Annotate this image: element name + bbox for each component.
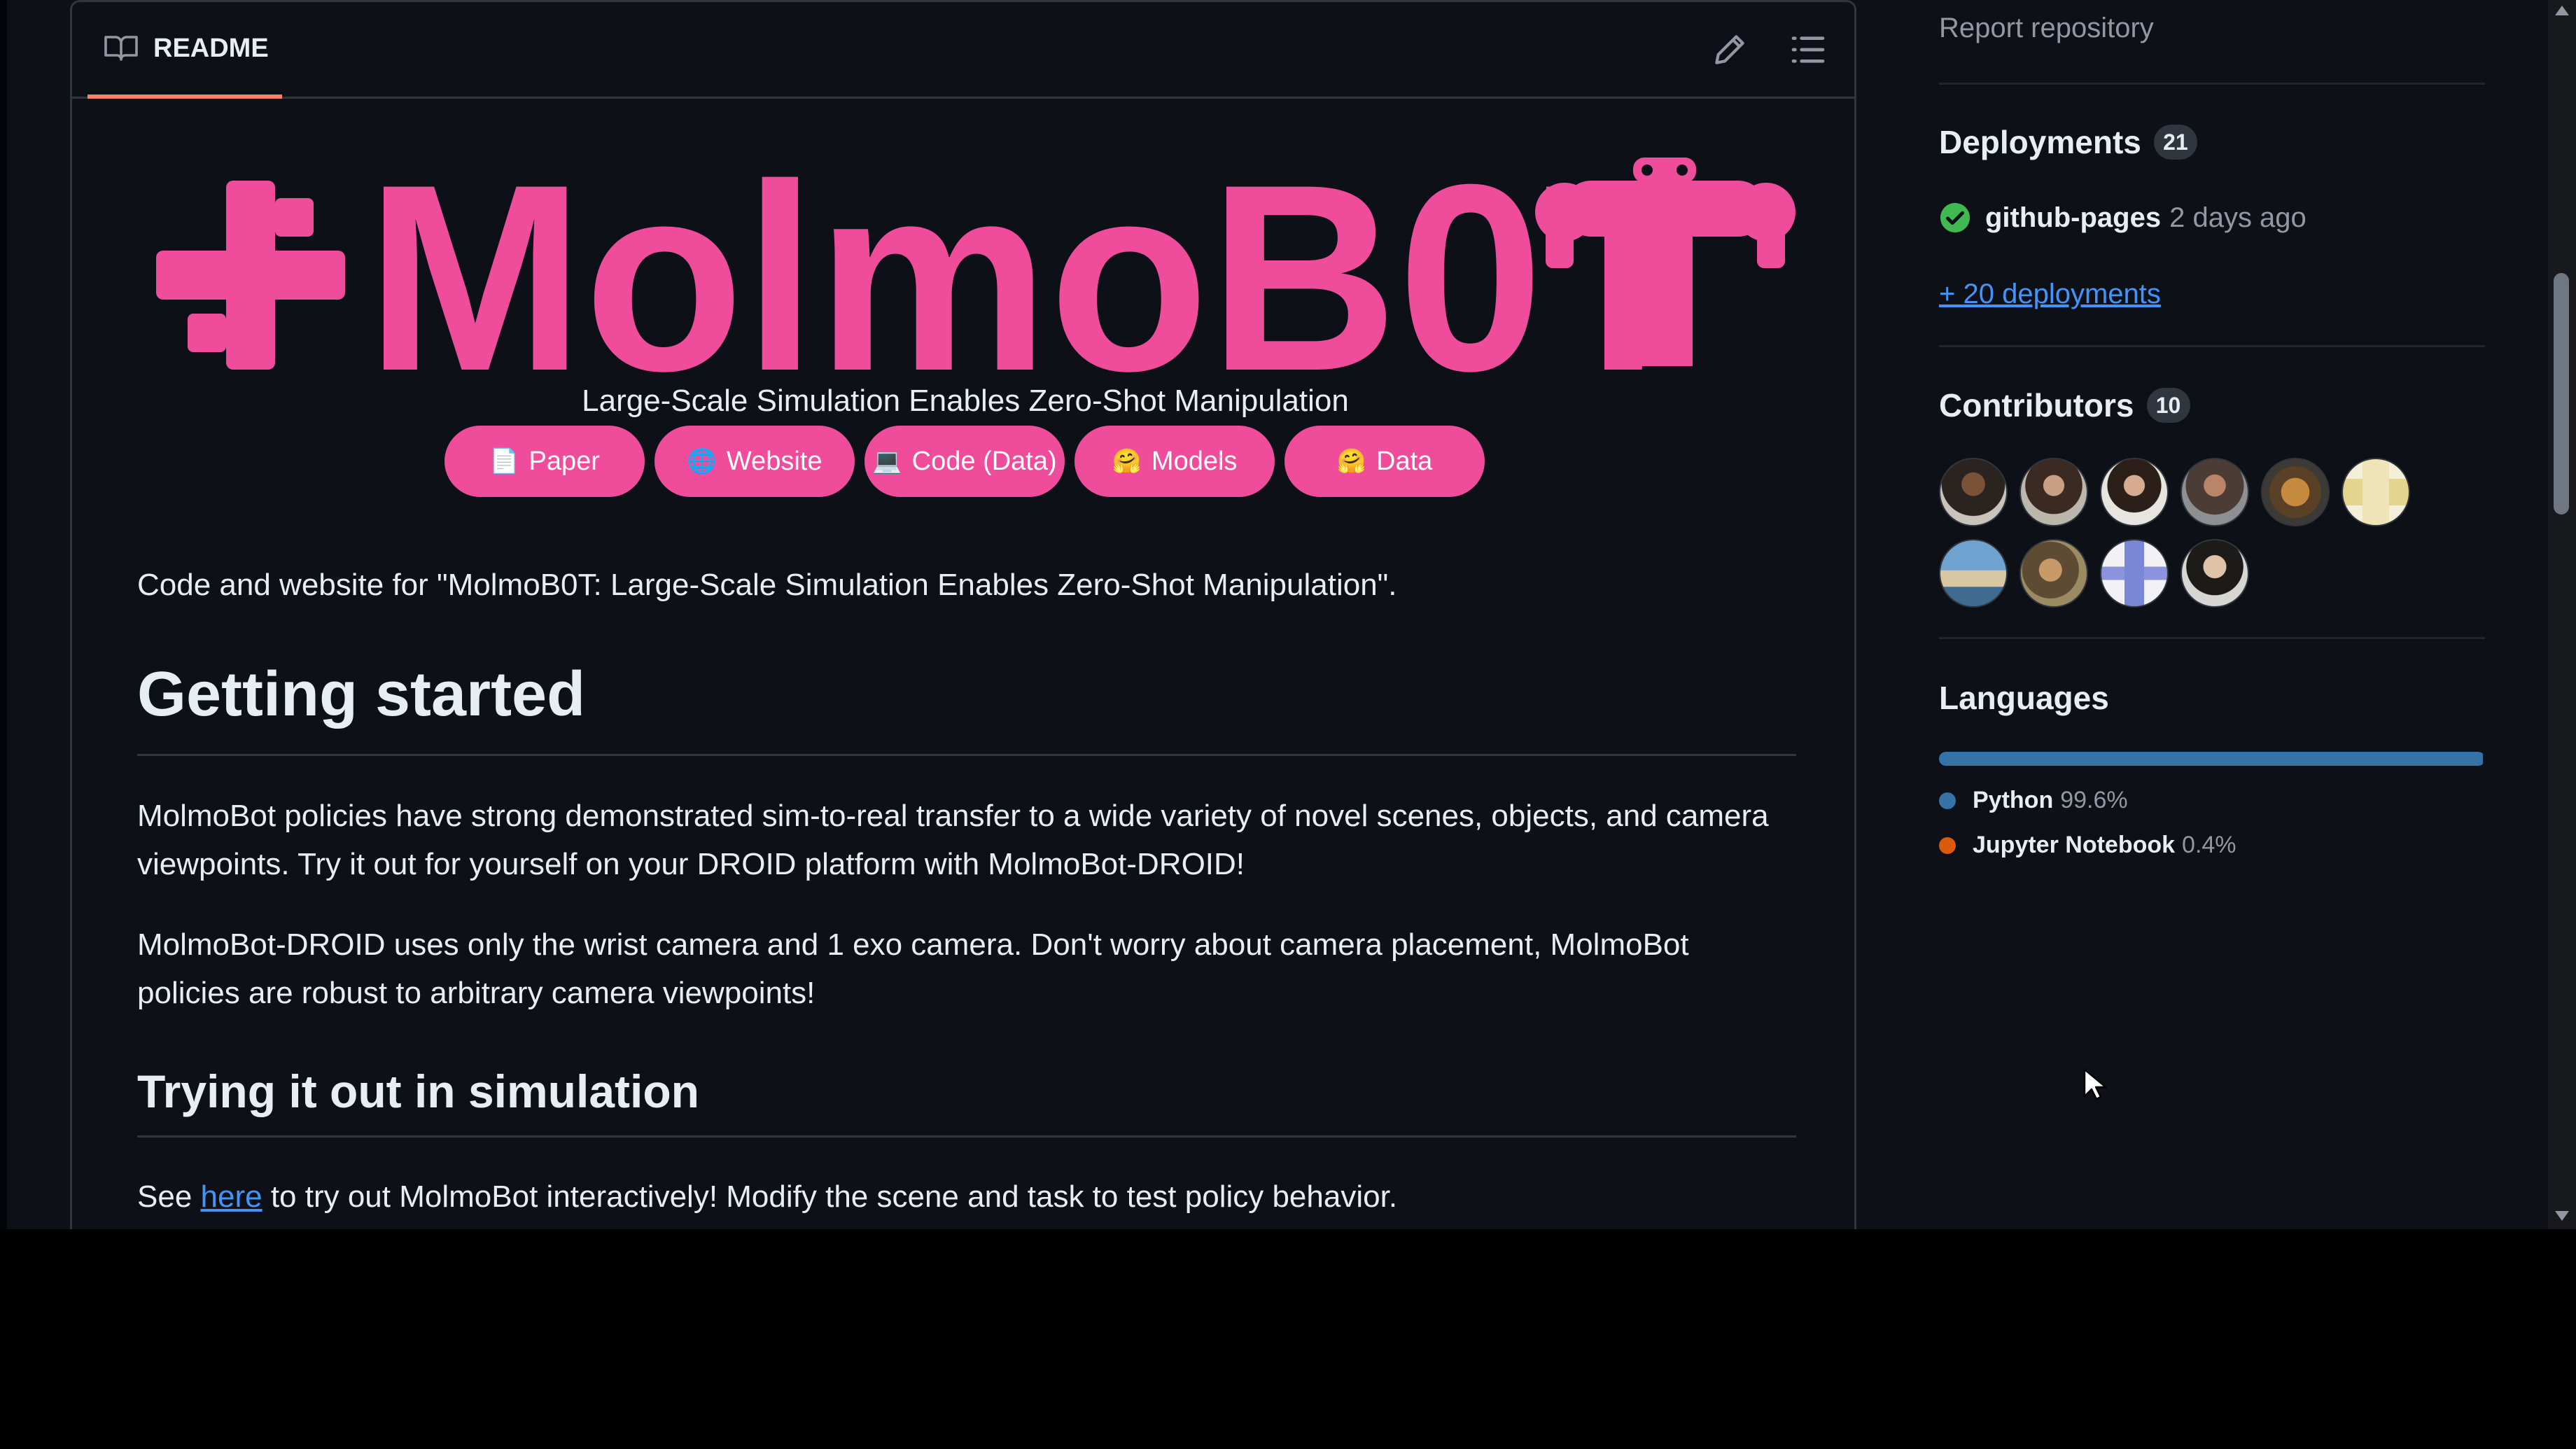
website-badge-label: Website	[726, 446, 822, 476]
data-badge-label: Data	[1376, 446, 1433, 476]
transfer-paragraph: MolmoBot policies have strong demonstrat…	[137, 799, 1769, 881]
sidebar-divider	[1939, 345, 2485, 347]
heading-divider	[137, 754, 1796, 756]
deployments-count: 21	[2153, 125, 2197, 160]
globe-emoji-icon: 🌐	[687, 448, 717, 475]
banner-wordmark: MolmoB0T	[366, 142, 1703, 394]
check-circle-icon	[1940, 202, 1970, 233]
models-badge[interactable]: 🤗 Models	[1074, 426, 1275, 497]
intro-paragraph: Code and website for "MolmoB0T: Large-Sc…	[137, 568, 1397, 602]
hugging-face-emoji-icon: 🤗	[1336, 448, 1367, 475]
letterbox-bar	[0, 1229, 2576, 1449]
paper-badge[interactable]: 📄 Paper	[444, 426, 645, 497]
page-facing-up-emoji-icon: 📄	[489, 448, 519, 475]
contributor-avatar[interactable]	[2100, 458, 2169, 526]
deployments-title-label: Deployments	[1939, 124, 2141, 160]
see-prefix: See	[137, 1180, 201, 1214]
language-name: Jupyter Notebook	[1973, 832, 2176, 858]
language-bar-segment-python	[1939, 752, 2483, 766]
molmobot-banner-logo: MolmoB0T	[156, 142, 1795, 394]
language-item-jupyter[interactable]: Jupyter Notebook 0.4%	[1939, 832, 2236, 859]
browser-viewport: README MolmoB0T Large-Scale Simulation E…	[0, 0, 2576, 1229]
simulation-heading: Trying it out in simulation	[137, 1065, 699, 1117]
deployment-env-link[interactable]: github-pages	[1985, 202, 2161, 234]
repo-sidebar: Report repository Deployments 21 github-…	[1939, 0, 2485, 1229]
language-dot	[1939, 792, 1956, 809]
contributor-avatar[interactable]	[2180, 458, 2249, 526]
languages-title-label: Languages	[1939, 680, 2109, 716]
deployment-row: github-pages 2 days ago	[1939, 202, 2306, 234]
more-deployments-link[interactable]: + 20 deployments	[1939, 279, 2161, 310]
getting-started-heading: Getting started	[137, 659, 586, 729]
heading-divider	[137, 1135, 1796, 1138]
language-percent: 0.4%	[2182, 832, 2236, 858]
contributor-avatar[interactable]	[2180, 539, 2249, 608]
sidebar-divider	[1939, 83, 2485, 85]
language-bar	[1939, 752, 2485, 766]
code-badge[interactable]: 💻 Code (Data)	[864, 426, 1065, 497]
see-suffix: to try out MolmoBot interactively! Modif…	[262, 1180, 1398, 1214]
scroll-down-arrow-icon[interactable]	[2555, 1211, 2569, 1221]
contributor-avatar[interactable]	[2019, 458, 2088, 526]
language-name: Python	[1973, 787, 2054, 813]
badge-row: 📄 Paper 🌐 Website 💻 Code (Data) 🤗 Models…	[444, 426, 1485, 497]
readme-header: README	[72, 2, 1854, 99]
data-badge[interactable]: 🤗 Data	[1284, 426, 1485, 497]
book-icon	[104, 36, 138, 61]
contributor-avatar[interactable]	[2100, 539, 2169, 608]
camera-paragraph: MolmoBot-DROID uses only the wrist camer…	[137, 927, 1689, 1010]
language-item-python[interactable]: Python 99.6%	[1939, 787, 2128, 814]
contributor-avatar[interactable]	[2342, 458, 2410, 526]
contributor-avatar[interactable]	[2261, 458, 2330, 526]
paper-badge-label: Paper	[528, 446, 600, 476]
readme-tab-label: README	[153, 33, 269, 63]
deployments-title[interactable]: Deployments 21	[1939, 123, 2197, 161]
contributors-title[interactable]: Contributors 10	[1939, 386, 2190, 424]
language-dot	[1939, 836, 1956, 854]
list-outline-icon[interactable]	[1788, 30, 1828, 69]
readme-panel: README MolmoB0T Large-Scale Simulation E…	[70, 0, 1856, 1229]
here-link[interactable]: here	[201, 1180, 262, 1214]
pencil-icon[interactable]	[1710, 30, 1749, 69]
contributors-title-label: Contributors	[1939, 387, 2134, 424]
mouse-pointer-icon	[2083, 1068, 2107, 1100]
readme-tab[interactable]: README	[88, 2, 282, 99]
scroll-up-arrow-icon[interactable]	[2555, 6, 2569, 15]
scrollbar-thumb[interactable]	[2554, 273, 2569, 514]
languages-title: Languages	[1939, 679, 2109, 717]
code-badge-label: Code (Data)	[911, 446, 1057, 476]
laptop-emoji-icon: 💻	[872, 448, 902, 475]
sidebar-divider	[1939, 637, 2485, 639]
contributor-avatar[interactable]	[2019, 539, 2088, 608]
banner-subtitle: Large-Scale Simulation Enables Zero-Shot…	[582, 384, 1349, 418]
page-edge	[0, 0, 7, 1229]
contributors-count: 10	[2146, 388, 2190, 423]
hugging-face-emoji-icon: 🤗	[1112, 448, 1142, 475]
language-percent: 99.6%	[2060, 787, 2128, 813]
deployment-time: 2 days ago	[2169, 202, 2306, 233]
contributor-avatar[interactable]	[1939, 539, 2008, 608]
see-here-paragraph: See here to try out MolmoBot interactive…	[137, 1172, 1796, 1221]
report-repository-link[interactable]: Report repository	[1939, 13, 2154, 44]
plus-cross-logo-icon	[156, 181, 345, 370]
contributor-avatar[interactable]	[1939, 458, 2008, 526]
page-scrollbar[interactable]	[2548, 0, 2576, 1229]
models-badge-label: Models	[1151, 446, 1238, 476]
website-badge[interactable]: 🌐 Website	[654, 426, 855, 497]
